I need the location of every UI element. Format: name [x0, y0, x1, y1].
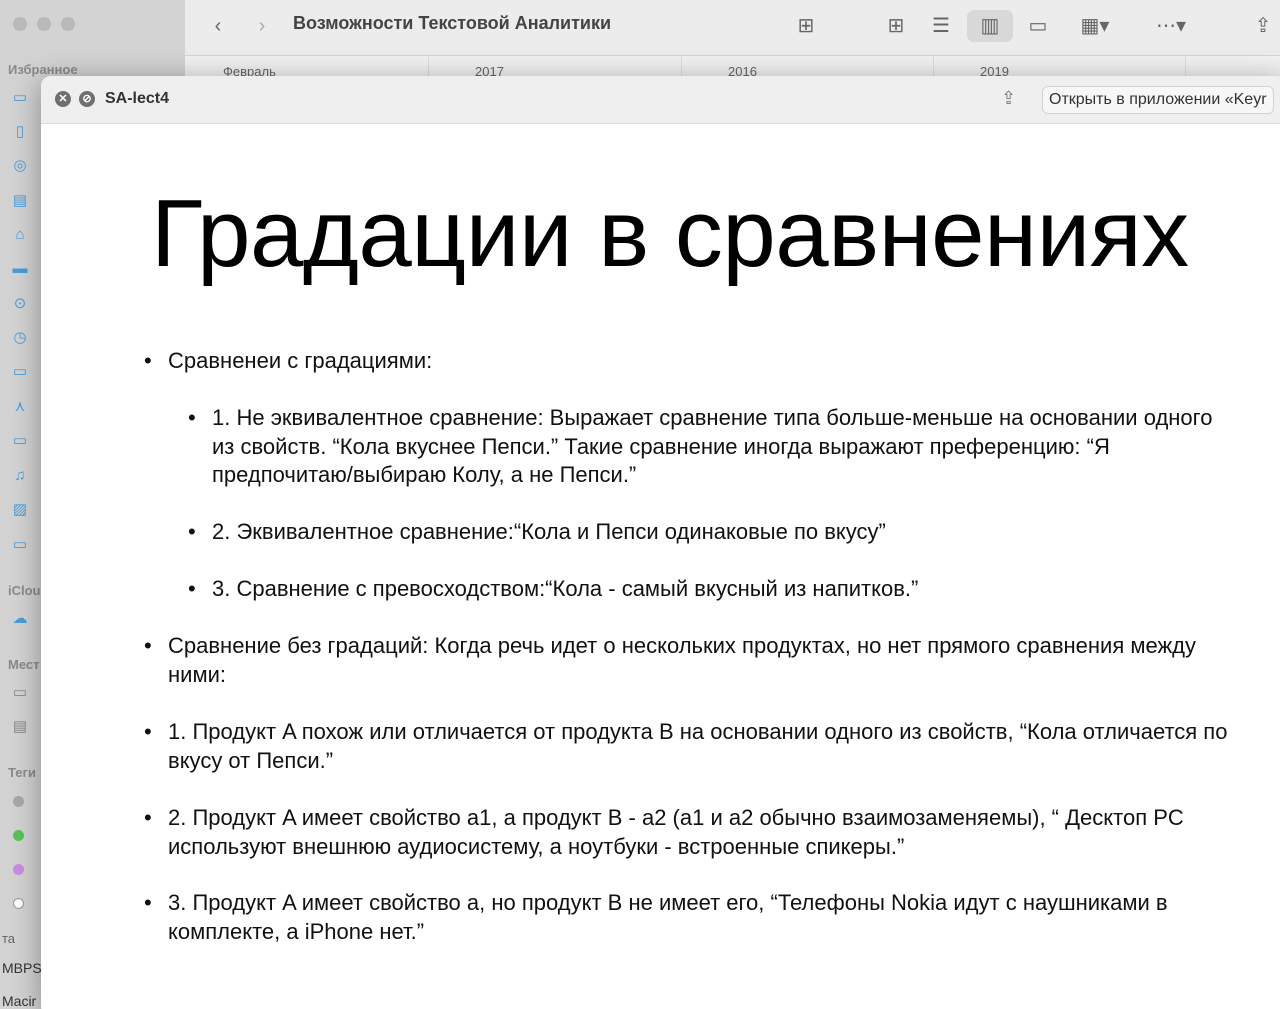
- list-view-icon[interactable]: ☰: [924, 10, 958, 42]
- applications-icon[interactable]: ⋏: [10, 397, 30, 417]
- laptop-icon[interactable]: ▭: [10, 683, 30, 703]
- slide-bullet: Сравнение без градаций: Когда речь идет …: [144, 632, 1228, 689]
- tag-gray-dot[interactable]: [13, 796, 24, 807]
- new-folder-icon[interactable]: ⊞: [789, 10, 823, 42]
- sidebar-section-icloud: iClou: [8, 583, 41, 598]
- column-divider[interactable]: [428, 56, 429, 78]
- finder-toolbar: ‹ › Возможности Текстовой Аналитики ⊞ ⊞ …: [185, 0, 1280, 56]
- pictures-icon[interactable]: ▨: [10, 500, 30, 520]
- sidebar-section-tags: Теги: [8, 765, 36, 780]
- folder-icon[interactable]: ▭: [10, 535, 30, 555]
- home-icon[interactable]: ⌂: [10, 225, 30, 245]
- quicklook-filename: SA-lect4: [105, 90, 170, 107]
- zoom-window-button[interactable]: [61, 17, 75, 31]
- column-divider[interactable]: [1185, 56, 1186, 78]
- quicklook-window: ✕ ⊘ SA-lect4 ⇪ Открыть в приложении «Key…: [41, 76, 1280, 1009]
- downloads-icon[interactable]: ⊙: [10, 294, 30, 314]
- slide-preview: Градации в сравнениях Сравненеи с градац…: [49, 124, 1280, 1009]
- slide-title: Градации в сравнениях: [151, 180, 1189, 287]
- folder-title: Возможности Текстовой Аналитики: [293, 13, 612, 33]
- share-icon[interactable]: ⇪: [1249, 10, 1277, 42]
- column-divider[interactable]: [933, 56, 934, 78]
- sidebar-section-favorites: Избранное: [8, 62, 78, 77]
- close-icon[interactable]: ✕: [55, 91, 71, 107]
- gallery-view-icon[interactable]: ▭: [1021, 10, 1055, 42]
- slide-bullet: 3. Продукт A имеет свойство a, но продук…: [144, 889, 1228, 946]
- fullscreen-icon[interactable]: ⊘: [79, 91, 95, 107]
- airdrop-icon[interactable]: ◎: [10, 156, 30, 176]
- minimize-window-button[interactable]: [37, 17, 51, 31]
- music-icon[interactable]: ♫: [10, 466, 30, 486]
- disk-icon[interactable]: ▤: [10, 717, 30, 737]
- slide-sub-bullet: 1. Не эквивалентное сравнение: Выражает …: [188, 404, 1222, 490]
- group-by-icon[interactable]: ▦▾: [1071, 10, 1119, 42]
- back-chevron-icon[interactable]: ‹: [207, 10, 229, 42]
- sidebar-bottom-label: та: [2, 931, 16, 946]
- slide-sub-bullet: 2. Эквивалентное сравнение:“Кола и Пепси…: [188, 518, 1222, 547]
- column-divider[interactable]: [681, 56, 682, 78]
- recents-icon[interactable]: ◷: [10, 328, 30, 348]
- device-label[interactable]: MBPS: [2, 960, 42, 976]
- folder-icon[interactable]: ▭: [10, 431, 30, 451]
- column-view-icon[interactable]: ▥: [967, 10, 1013, 42]
- slide-sub-bullet: 3. Сравнение с превосходством:“Кола - са…: [188, 575, 1222, 604]
- slide-bullet: Сравненеи с градациями:: [144, 347, 1228, 376]
- cloud-icon[interactable]: ☁: [10, 609, 30, 629]
- folder-icon[interactable]: ▭: [10, 88, 30, 108]
- sidebar-section-locations: Мест: [8, 657, 40, 672]
- folder-icon[interactable]: ▭: [10, 362, 30, 382]
- open-in-app-button[interactable]: Открыть в приложении «Keyr: [1042, 86, 1274, 114]
- tag-green-dot[interactable]: [13, 830, 24, 841]
- share-icon[interactable]: ⇪: [1001, 88, 1016, 109]
- device-label[interactable]: Macir: [2, 993, 36, 1009]
- quicklook-titlebar: ✕ ⊘ SA-lect4 ⇪ Открыть в приложении «Key…: [41, 76, 1280, 124]
- icon-view-icon[interactable]: ⊞: [879, 10, 913, 42]
- more-actions-icon[interactable]: ⋯▾: [1147, 10, 1195, 42]
- forward-chevron-icon[interactable]: ›: [251, 10, 273, 42]
- desktop-icon[interactable]: ▬: [10, 259, 30, 279]
- tag-white-dot[interactable]: [13, 898, 24, 909]
- tag-purple-dot[interactable]: [13, 864, 24, 875]
- film-icon[interactable]: ▤: [10, 191, 30, 211]
- column-header: Февраль 2017 2016 2019: [185, 56, 1280, 79]
- close-window-button[interactable]: [13, 17, 27, 31]
- document-icon[interactable]: ▯: [10, 122, 30, 142]
- slide-bullet: 1. Продукт A похож или отличается от про…: [144, 718, 1228, 775]
- slide-bullet: 2. Продукт A имеет свойство a1, а продук…: [144, 804, 1228, 861]
